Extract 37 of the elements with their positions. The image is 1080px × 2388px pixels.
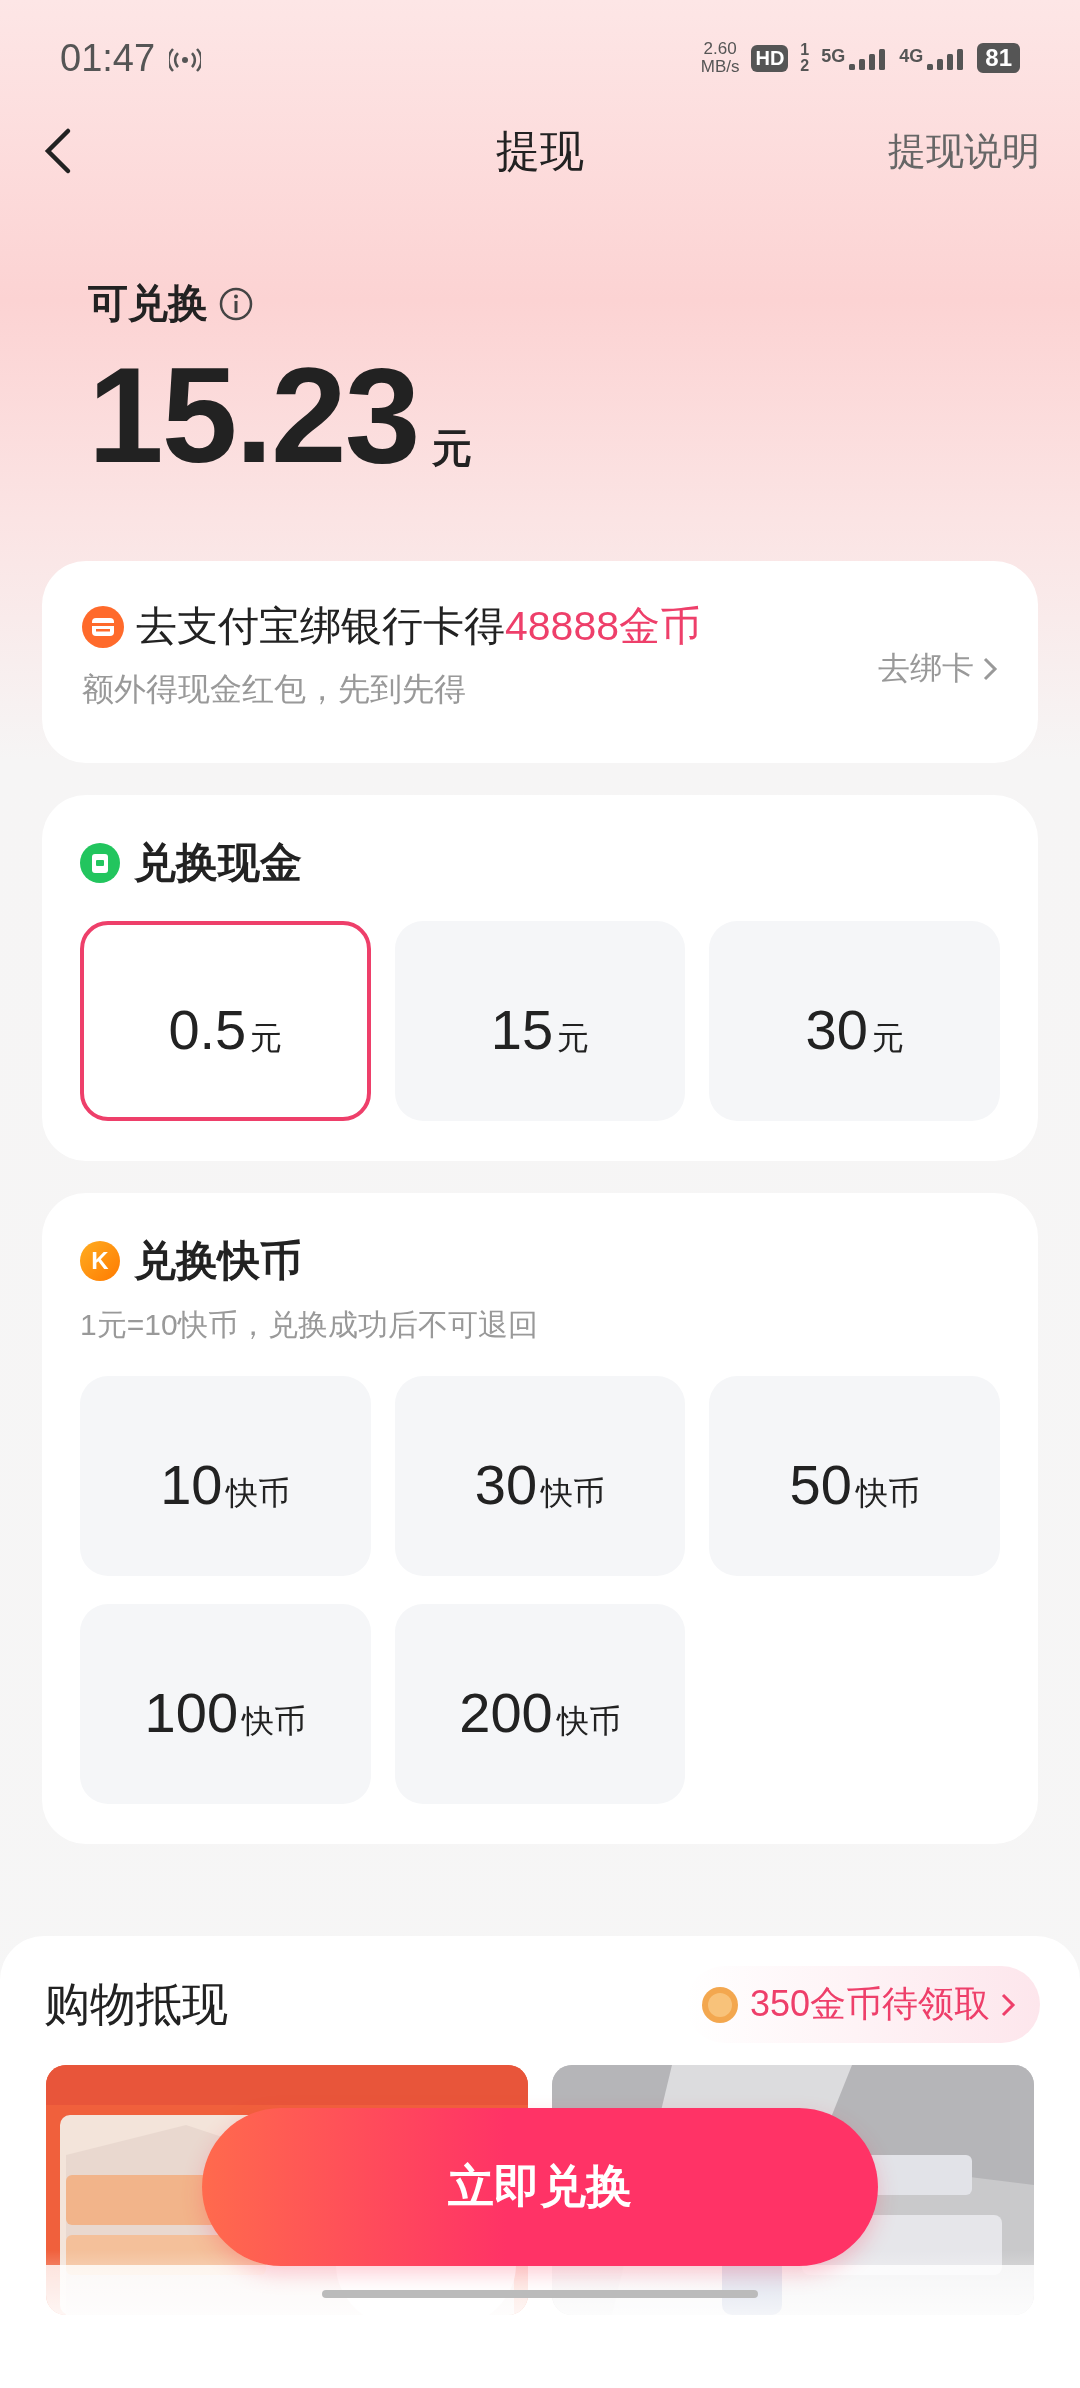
section-title: 兑换快币: [134, 1236, 302, 1286]
amount-option[interactable]: 50快币: [709, 1376, 1000, 1576]
section-title: 兑换现金: [134, 838, 302, 888]
network-type: 5G: [821, 46, 846, 67]
currency-unit: 元: [432, 425, 473, 472]
back-icon[interactable]: [44, 127, 72, 175]
promo-title: 去支付宝绑银行卡得48888金币: [136, 602, 701, 651]
hd-badge: HD: [751, 44, 789, 72]
exchange-note: 1元=10快币，兑换成功后不可退回: [80, 1307, 539, 1343]
amount-option[interactable]: 15 元: [394, 921, 686, 1121]
balance-label: 可兑换: [88, 280, 208, 327]
page-title: 提现: [496, 124, 584, 177]
amount-option[interactable]: 200快币: [394, 1604, 686, 1804]
sim-indicator: 1 2: [800, 42, 810, 74]
network-speed: 2.60 MB/s: [700, 40, 740, 76]
amount-option[interactable]: 30快币: [394, 1376, 686, 1576]
chevron-icon: [982, 656, 998, 682]
amount-option[interactable]: 10快币: [80, 1376, 371, 1576]
battery-level: 81: [977, 43, 1020, 73]
info-icon[interactable]: [218, 285, 254, 322]
help-link[interactable]: 提现说明: [888, 125, 1040, 177]
amount-option[interactable]: 30 元: [709, 921, 1000, 1121]
signal-icon: [847, 46, 888, 70]
signal-icon: [925, 46, 966, 70]
card-icon: [82, 605, 124, 648]
chevron-icon: [1000, 1991, 1016, 2018]
wallet-icon: [80, 843, 120, 883]
coin-icon: K: [80, 1241, 120, 1281]
balance-amount: 15.23: [88, 341, 419, 491]
promo-subtitle: 额外得现金红包，先到先得: [82, 670, 467, 709]
exchange-button[interactable]: 立即兑换: [202, 2108, 878, 2266]
section-title: 购物抵现: [44, 1976, 228, 2032]
coin-icon: [699, 1984, 740, 2025]
amount-option[interactable]: 100快币: [80, 1604, 371, 1804]
network-type: 4G: [899, 46, 924, 67]
amount-option[interactable]: 0.5 元: [80, 921, 371, 1121]
status-time: 01:47: [60, 36, 156, 80]
